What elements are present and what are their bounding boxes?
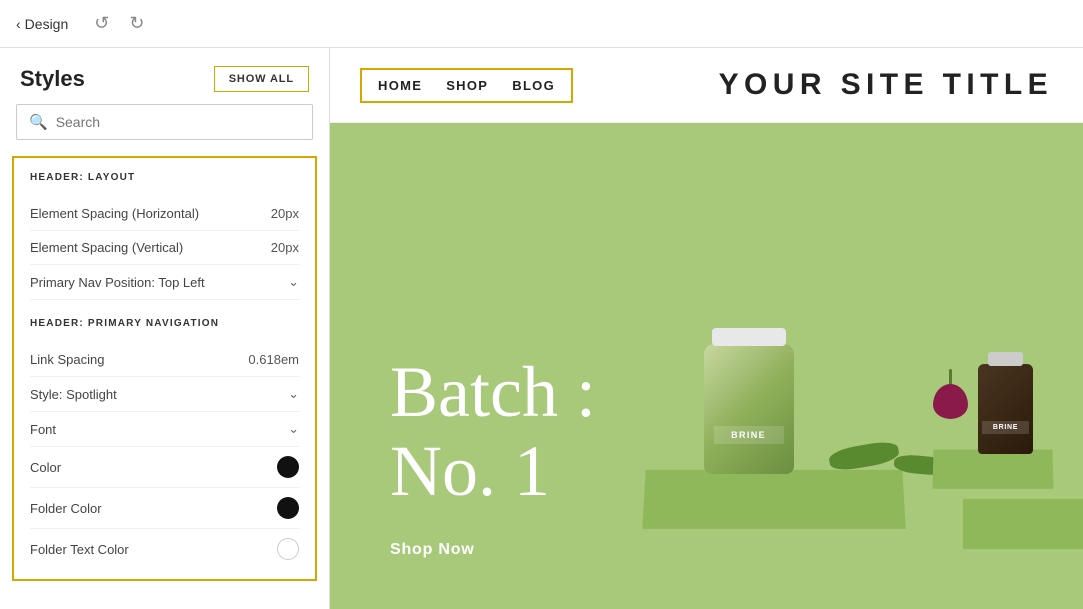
- color-swatch-folder-color[interactable]: [277, 497, 299, 519]
- chevron-down-icon: ⌄: [288, 274, 299, 290]
- chevron-down-icon-font: ⌄: [288, 421, 299, 437]
- prop-label-style: Style: Spotlight: [30, 387, 117, 402]
- main-platform: [642, 470, 905, 529]
- right-platform: [932, 449, 1053, 488]
- chevron-left-icon: ‹: [16, 16, 21, 32]
- prop-label-color: Color: [30, 460, 61, 475]
- undo-button[interactable]: ↺: [88, 11, 115, 36]
- styles-title: Styles: [20, 66, 85, 92]
- hero-heading-line2: No. 1: [390, 432, 596, 511]
- search-input[interactable]: [56, 114, 300, 130]
- prop-value-horizontal-spacing: 20px: [271, 206, 299, 221]
- jar-label: BRINE: [714, 426, 784, 444]
- shop-now-button[interactable]: Shop Now: [390, 541, 596, 559]
- chevron-down-icon-style: ⌄: [288, 386, 299, 402]
- hero-text: Batch : No. 1 Shop Now: [390, 353, 596, 559]
- nav-item-blog[interactable]: BLOG: [512, 78, 555, 93]
- undo-redo-group: ↺ ↻: [88, 11, 150, 36]
- prop-row-nav-position[interactable]: Primary Nav Position: Top Left ⌄: [30, 265, 299, 300]
- prop-label-nav-position: Primary Nav Position: Top Left: [30, 275, 205, 290]
- preview-area: HOME SHOP BLOG YOUR SITE TITLE Batch : N…: [330, 48, 1083, 609]
- beet-body: [933, 384, 968, 419]
- header-nav-label: HEADER: PRIMARY NAVIGATION: [30, 318, 299, 329]
- prop-label-vertical-spacing: Element Spacing (Vertical): [30, 240, 183, 255]
- color-swatch-folder-text-color[interactable]: [277, 538, 299, 560]
- prop-label-link-spacing: Link Spacing: [30, 352, 104, 367]
- site-header: HOME SHOP BLOG YOUR SITE TITLE: [330, 48, 1083, 123]
- bottle-lid: [988, 352, 1023, 366]
- prop-row-link-spacing: Link Spacing 0.618em: [30, 343, 299, 377]
- hero-section: Batch : No. 1 Shop Now BRINE: [330, 123, 1083, 609]
- nav-item-shop[interactable]: SHOP: [446, 78, 488, 93]
- prop-value-vertical-spacing: 20px: [271, 240, 299, 255]
- prop-row-style[interactable]: Style: Spotlight ⌄: [30, 377, 299, 412]
- prop-row-color[interactable]: Color: [30, 447, 299, 488]
- hero-decoration: BRINE BRINE: [594, 123, 1083, 609]
- back-label: Design: [25, 16, 69, 32]
- prop-row-vertical-spacing: Element Spacing (Vertical) 20px: [30, 231, 299, 265]
- prop-row-font[interactable]: Font ⌄: [30, 412, 299, 447]
- header-layout-section: HEADER: LAYOUT Element Spacing (Horizont…: [12, 156, 317, 581]
- search-icon: 🔍: [29, 113, 48, 131]
- cucumber-1: [827, 439, 900, 473]
- bottle: BRINE: [978, 364, 1033, 454]
- nav-item-home[interactable]: HOME: [378, 78, 422, 93]
- show-all-button[interactable]: SHOW ALL: [214, 66, 309, 92]
- color-swatch-color[interactable]: [277, 456, 299, 478]
- header-layout-label: HEADER: LAYOUT: [30, 172, 299, 183]
- nav-box: HOME SHOP BLOG: [360, 68, 573, 103]
- site-title: YOUR SITE TITLE: [719, 68, 1053, 102]
- prop-value-link-spacing: 0.618em: [248, 352, 299, 367]
- hero-heading-line1: Batch :: [390, 353, 596, 432]
- far-right-platform: [963, 499, 1083, 549]
- hero-heading: Batch : No. 1: [390, 353, 596, 511]
- prop-label-horizontal-spacing: Element Spacing (Horizontal): [30, 206, 199, 221]
- product-platforms: BRINE BRINE: [594, 123, 1083, 609]
- prop-row-folder-text-color[interactable]: Folder Text Color: [30, 529, 299, 569]
- back-button[interactable]: ‹ Design: [16, 16, 68, 32]
- header-nav-subsection: HEADER: PRIMARY NAVIGATION Link Spacing …: [30, 318, 299, 569]
- prop-row-folder-color[interactable]: Folder Color: [30, 488, 299, 529]
- top-bar: ‹ Design ↺ ↻: [0, 0, 1083, 48]
- bottle-label: BRINE: [982, 421, 1029, 434]
- sidebar-header: Styles SHOW ALL: [0, 48, 329, 104]
- jar-lid: [712, 328, 786, 346]
- sidebar: Styles SHOW ALL 🔍 HEADER: LAYOUT Element…: [0, 48, 330, 609]
- pickle-jar: BRINE: [704, 344, 794, 474]
- prop-row-horizontal-spacing: Element Spacing (Horizontal) 20px: [30, 197, 299, 231]
- prop-label-font: Font: [30, 422, 56, 437]
- beet-vegetable: [933, 369, 973, 419]
- search-bar: 🔍: [16, 104, 313, 140]
- redo-button[interactable]: ↻: [123, 11, 150, 36]
- main-layout: Styles SHOW ALL 🔍 HEADER: LAYOUT Element…: [0, 48, 1083, 609]
- prop-label-folder-text-color: Folder Text Color: [30, 542, 129, 557]
- prop-label-folder-color: Folder Color: [30, 501, 102, 516]
